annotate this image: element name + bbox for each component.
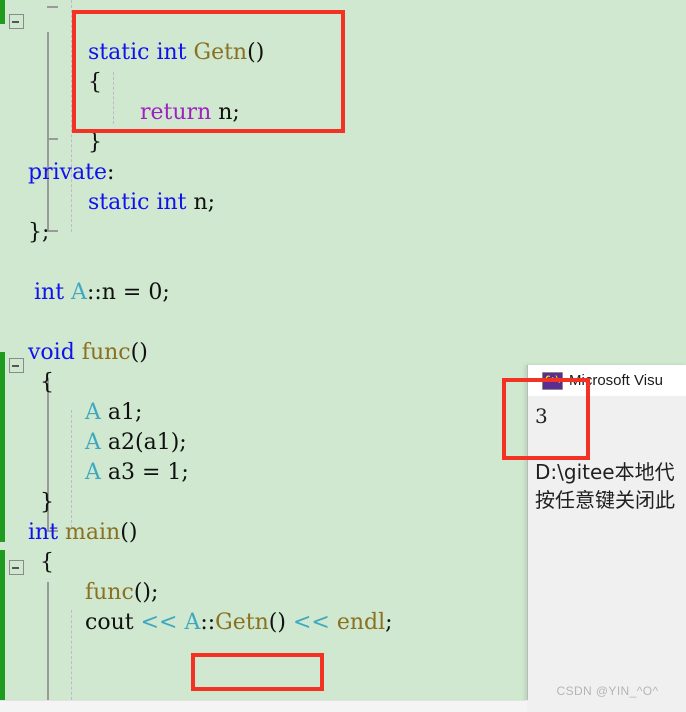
- code-token: }: [40, 490, 54, 515]
- console-bottom-edge: [527, 700, 686, 712]
- code-token: ::n = 0;: [86, 280, 170, 305]
- fold-tick-top: [47, 6, 58, 8]
- code-token: <<: [292, 610, 330, 635]
- fold-toggle-class[interactable]: [9, 14, 24, 29]
- code-token: (): [130, 340, 148, 365]
- code-line[interactable]: A a3 = 1;: [0, 458, 189, 488]
- code-line[interactable]: void func(): [0, 338, 148, 368]
- code-token: ::: [200, 610, 216, 635]
- code-line[interactable]: int A::n = 0;: [0, 278, 170, 308]
- code-line[interactable]: A a2(a1);: [0, 428, 187, 458]
- code-token: A: [85, 400, 101, 425]
- code-token: ;: [385, 610, 393, 635]
- getn-call-highlight: [191, 653, 324, 691]
- code-token: {: [40, 370, 54, 395]
- csdn-watermark: CSDN @YIN_^O^: [556, 684, 659, 698]
- code-token: int: [34, 280, 65, 305]
- code-token: void: [28, 340, 75, 365]
- editor-horizontal-scrollbar[interactable]: [0, 700, 527, 712]
- code-token: Getn: [215, 610, 269, 635]
- code-token: <<: [140, 610, 178, 635]
- code-line[interactable]: cout << A::Getn() << endl;: [0, 608, 393, 638]
- code-token: private: [28, 160, 108, 185]
- change-bar-top: [0, 0, 5, 24]
- code-token: func: [85, 580, 134, 605]
- code-token: A: [71, 280, 87, 305]
- console-output-highlight: [502, 378, 590, 460]
- code-line[interactable]: func();: [0, 578, 158, 608]
- code-token: func: [81, 340, 131, 365]
- code-token: :: [107, 160, 115, 185]
- code-token: A: [85, 430, 101, 455]
- screenshot-root: static int Getn(){return n;} private: stat…: [0, 0, 686, 712]
- code-token: endl: [336, 610, 386, 635]
- code-line[interactable]: static int n;: [0, 188, 215, 218]
- code-token: int: [28, 520, 59, 545]
- code-token: cout: [85, 610, 141, 635]
- code-line[interactable]: private:: [0, 158, 114, 188]
- code-token: }: [88, 130, 102, 155]
- code-token: static: [88, 190, 150, 215]
- code-line[interactable]: A a1;: [0, 398, 142, 428]
- code-token: main: [65, 520, 121, 545]
- code-token: a3 = 1;: [100, 460, 189, 485]
- code-token: int: [156, 190, 187, 215]
- code-token: a2(a1);: [100, 430, 187, 455]
- code-line[interactable]: int main(): [0, 518, 137, 548]
- code-line[interactable]: {: [0, 368, 54, 398]
- code-line[interactable]: };: [0, 218, 49, 248]
- code-token: a1;: [100, 400, 143, 425]
- console-output-line: 按任意键关闭此: [535, 488, 675, 512]
- code-token: {: [40, 550, 54, 575]
- code-token: n;: [186, 190, 216, 215]
- console-output-line: D:\gitee本地代: [535, 460, 675, 484]
- code-token: A: [184, 610, 201, 635]
- code-token: ();: [133, 580, 159, 605]
- getn-method-highlight: [72, 10, 345, 133]
- code-token: };: [28, 220, 50, 245]
- code-token: A: [85, 460, 101, 485]
- code-token: (): [268, 610, 286, 635]
- code-line[interactable]: {: [0, 548, 54, 578]
- code-line[interactable]: }: [0, 488, 54, 518]
- code-token: (): [120, 520, 138, 545]
